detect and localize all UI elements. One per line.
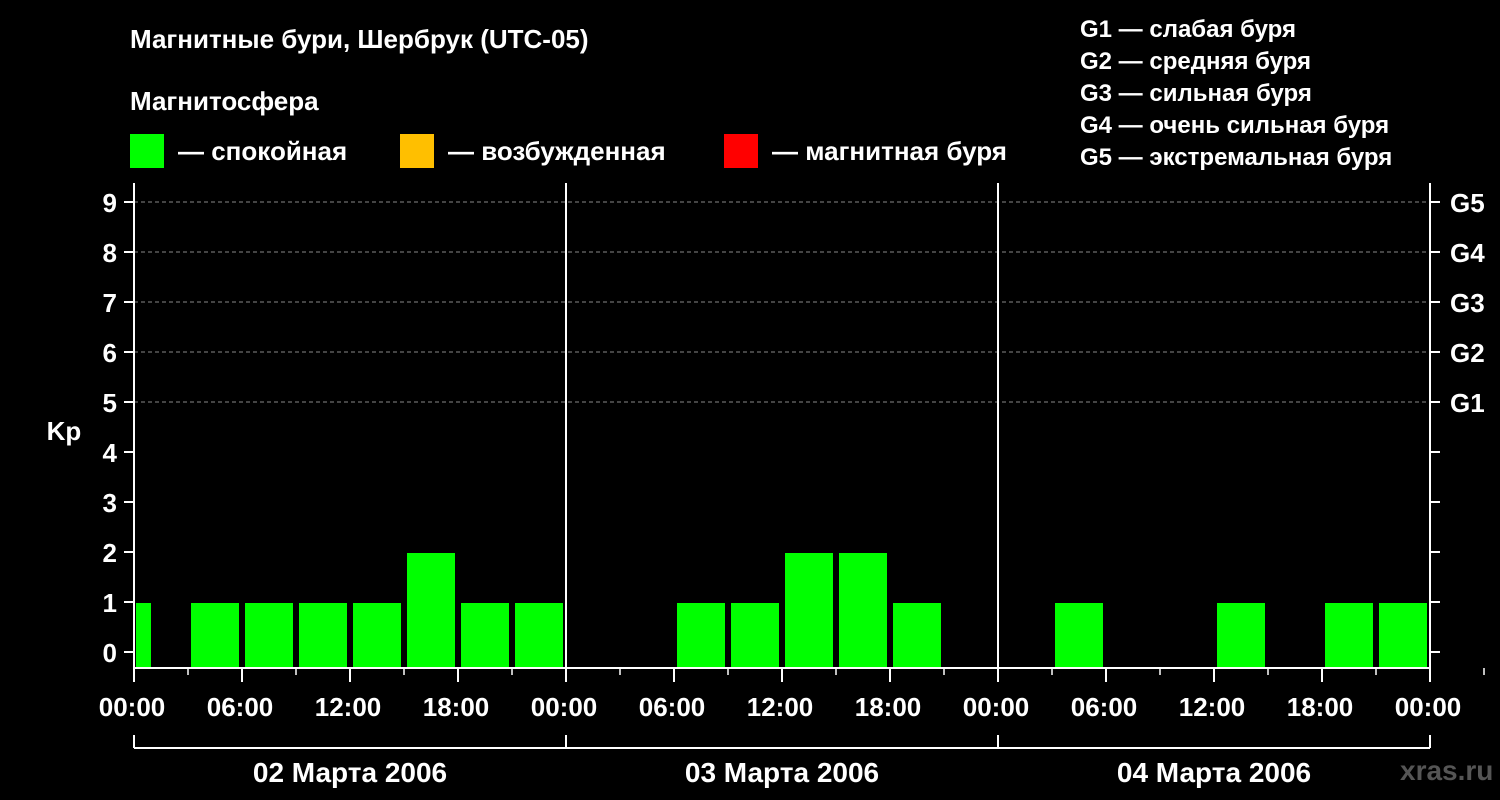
- x-tick-label-2: 12:00: [315, 692, 382, 722]
- kp-bar-day1-bin3: [245, 603, 293, 668]
- day-label-2: 03 Марта 2006: [685, 757, 879, 788]
- kp-bar-day2-bin7: [893, 603, 941, 668]
- x-tick-label-11: 18:00: [1287, 692, 1354, 722]
- x-tick-label-9: 06:00: [1071, 692, 1138, 722]
- x-tick-label-4: 00:00: [531, 692, 598, 722]
- kp-bar-day1-bin1: [136, 603, 151, 668]
- kp-bar-day3-bin5: [1217, 603, 1265, 668]
- kp-bar-day3-bin8: [1379, 603, 1427, 668]
- y-tick-label-7: 7: [103, 288, 117, 318]
- day-label-3: 04 Марта 2006: [1117, 757, 1311, 788]
- kp-bar-day1-bin2: [191, 603, 239, 668]
- y-tick-label-5: 5: [103, 388, 117, 418]
- kp-bar-day2-bin6: [839, 553, 887, 668]
- x-tick-label-12: 00:00: [1395, 692, 1462, 722]
- kp-bar-day2-bin5: [785, 553, 833, 668]
- y-axis-label: Kp: [47, 416, 82, 446]
- x-tick-label-8: 00:00: [963, 692, 1030, 722]
- g-level-label-g4: G4: [1450, 238, 1485, 268]
- x-tick-label-10: 12:00: [1179, 692, 1246, 722]
- x-tick-label-1: 06:00: [207, 692, 274, 722]
- y-tick-label-1: 1: [103, 588, 117, 618]
- y-tick-label-2: 2: [103, 538, 117, 568]
- kp-bar-chart: 0 1 2 3 4 5 6 7 8 9 Kp G1 G2 G3 G4 G5 00:00 06:00 12:00 18:…: [47, 183, 1485, 788]
- x-tick-label-7: 18:00: [855, 692, 922, 722]
- kp-bar-day3-bin7: [1325, 603, 1373, 668]
- kp-bar-day1-bin7: [461, 603, 509, 668]
- y-tick-label-3: 3: [103, 488, 117, 518]
- watermark: xras.ru: [1400, 755, 1494, 786]
- kp-bar-day1-bin6: [407, 553, 455, 668]
- kp-bar-day1-bin4: [299, 603, 347, 668]
- x-tick-label-3: 18:00: [423, 692, 490, 722]
- y-tick-label-0: 0: [103, 638, 117, 668]
- kp-bar-day1-bin8: [515, 603, 563, 668]
- y-tick-label-4: 4: [103, 438, 118, 468]
- g-level-label-g1: G1: [1450, 388, 1485, 418]
- kp-bar-day1-bin5: [353, 603, 401, 668]
- day-label-1: 02 Марта 2006: [253, 757, 447, 788]
- x-tick-label-0: 00:00: [99, 692, 166, 722]
- y-tick-label-6: 6: [103, 338, 117, 368]
- kp-bar-day2-bin3: [677, 603, 725, 668]
- x-tick-label-6: 12:00: [747, 692, 814, 722]
- g-level-label-g5: G5: [1450, 188, 1485, 218]
- y-tick-label-9: 9: [103, 188, 117, 218]
- kp-bar-day3-bin2: [1055, 603, 1103, 668]
- x-tick-label-5: 06:00: [639, 692, 706, 722]
- g-level-label-g2: G2: [1450, 338, 1485, 368]
- y-tick-label-8: 8: [103, 238, 117, 268]
- g-level-label-g3: G3: [1450, 288, 1485, 318]
- kp-bar-day2-bin4: [731, 603, 779, 668]
